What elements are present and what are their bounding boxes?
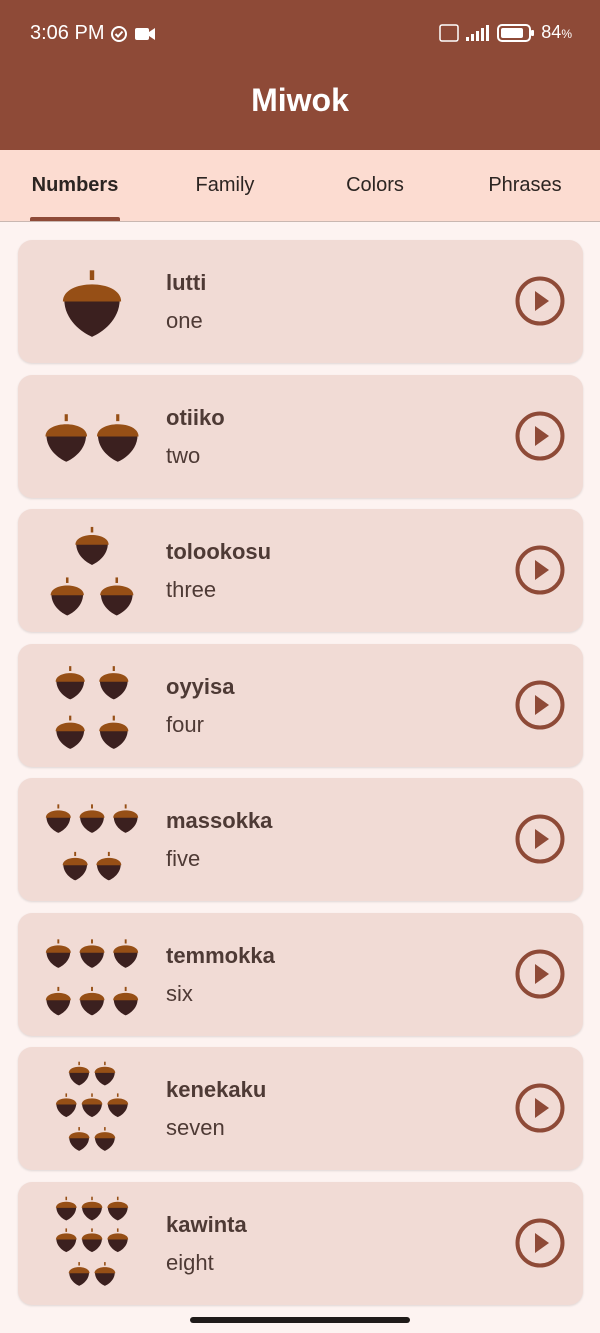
video-camera-icon bbox=[135, 27, 156, 40]
word-list: lutti one otiiko two tolookosu three oyy… bbox=[18, 240, 583, 1316]
acorn-icon bbox=[62, 270, 122, 337]
play-circle-icon[interactable] bbox=[515, 680, 565, 730]
word-card[interactable]: kenekaku seven bbox=[18, 1047, 583, 1170]
english-translation: eight bbox=[166, 1249, 214, 1275]
english-translation: three bbox=[166, 577, 217, 602]
app-title: Miwok bbox=[251, 81, 349, 118]
play-circle-icon[interactable] bbox=[515, 411, 565, 461]
acorn-icon bbox=[45, 938, 139, 1015]
app-bar: Miwok bbox=[0, 68, 600, 150]
miwok-word: kawinta bbox=[166, 1211, 247, 1237]
play-circle-icon[interactable] bbox=[515, 1083, 565, 1133]
english-translation: two bbox=[166, 442, 201, 468]
word-card[interactable]: otiiko two bbox=[18, 374, 583, 498]
miwok-word: tolookosu bbox=[166, 539, 272, 564]
miwok-word: kenekaku bbox=[166, 1077, 267, 1102]
play-circle-icon[interactable] bbox=[515, 949, 565, 999]
word-card[interactable]: kawinta eight bbox=[18, 1181, 583, 1305]
miwok-word: massokka bbox=[166, 808, 273, 833]
english-translation: six bbox=[166, 980, 193, 1006]
english-translation: four bbox=[166, 711, 204, 737]
tab-numbers[interactable]: Numbers bbox=[0, 150, 150, 221]
play-circle-icon[interactable] bbox=[515, 1218, 565, 1268]
word-card[interactable]: tolookosu three bbox=[18, 509, 583, 632]
acorn-icon bbox=[55, 1061, 129, 1151]
acorn-icon bbox=[45, 413, 139, 462]
english-translation: five bbox=[166, 846, 201, 871]
battery-icon bbox=[497, 23, 535, 42]
play-circle-icon[interactable] bbox=[515, 814, 565, 864]
acorn-icon bbox=[45, 804, 139, 881]
acorn-icon bbox=[55, 665, 129, 749]
word-card[interactable]: massokka five bbox=[18, 778, 583, 901]
play-circle-icon[interactable] bbox=[515, 276, 565, 326]
word-card[interactable]: oyyisa four bbox=[18, 643, 583, 767]
tab-bar: Numbers Family Colors Phrases bbox=[0, 150, 600, 222]
miwok-word: lutti bbox=[166, 270, 207, 295]
signal-icon bbox=[466, 24, 490, 41]
english-translation: one bbox=[166, 308, 203, 333]
acorn-icon bbox=[50, 526, 134, 616]
miwok-word: otiiko bbox=[166, 404, 225, 430]
tab-colors[interactable]: Colors bbox=[300, 150, 450, 221]
battery-percent: 84% bbox=[541, 22, 572, 42]
word-card[interactable]: temmokka six bbox=[18, 912, 583, 1036]
gesture-nav-bar[interactable] bbox=[190, 1317, 410, 1323]
miwok-word: oyyisa bbox=[166, 673, 235, 699]
tab-phrases[interactable]: Phrases bbox=[450, 150, 600, 221]
english-translation: seven bbox=[166, 1115, 225, 1140]
status-time: 3:06 PM bbox=[30, 22, 105, 44]
miwok-word: temmokka bbox=[166, 942, 275, 968]
word-card[interactable]: lutti one bbox=[18, 240, 583, 363]
tab-family[interactable]: Family bbox=[150, 150, 300, 221]
status-time-group: 3:06 PM bbox=[30, 22, 156, 45]
status-bar: 3:06 PM 84% bbox=[0, 0, 600, 68]
volte-icon bbox=[439, 23, 460, 42]
play-circle-icon[interactable] bbox=[515, 545, 565, 595]
check-circle-icon bbox=[111, 25, 128, 42]
acorn-icon bbox=[55, 1196, 129, 1286]
status-indicators: 84% bbox=[439, 22, 572, 43]
